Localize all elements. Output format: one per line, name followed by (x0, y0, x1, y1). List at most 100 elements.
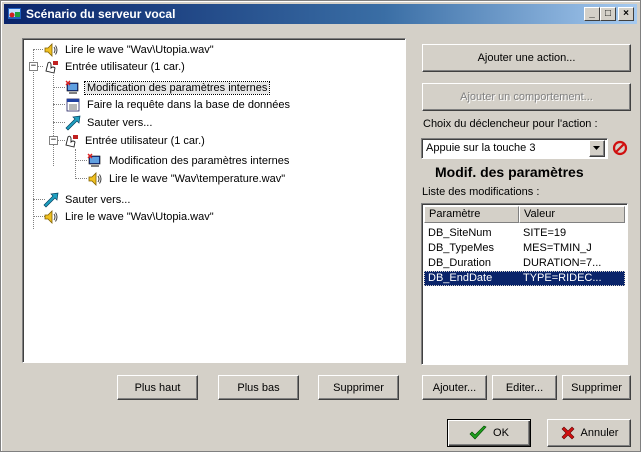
tree-line (53, 104, 65, 106)
tree-item[interactable]: Entrée utilisateur (1 car.) (63, 133, 207, 149)
tree-item[interactable]: Lire le wave "Wav\Utopia.wav" (43, 42, 216, 58)
ok-label: OK (493, 427, 509, 439)
cancel-x-icon (561, 426, 574, 440)
list-row[interactable]: DB_SiteNum SITE=19 (424, 226, 625, 241)
checkmark-icon (469, 425, 487, 440)
dialog-window: Scénario du serveur vocal _ □ × − − Lire… (0, 0, 641, 452)
tree-line (53, 122, 65, 124)
row-value: SITE=19 (523, 227, 567, 239)
column-header-label: Valeur (524, 208, 555, 220)
cancel-label: Annuler (580, 427, 619, 439)
minus-icon: − (50, 135, 57, 145)
close-icon: × (623, 8, 629, 19)
move-up-label: Plus haut (134, 381, 181, 394)
add-behavior-button[interactable]: Ajouter un comportement... (422, 83, 631, 111)
tree-item-label: Lire le wave "Wav\Utopia.wav" (65, 44, 214, 56)
tree-item[interactable]: Modification des paramètres internes (87, 153, 291, 169)
column-header-label: Paramètre (429, 208, 481, 220)
tree-item[interactable]: Entrée utilisateur (1 car.) (43, 59, 187, 75)
minimize-button[interactable]: _ (584, 7, 600, 21)
modifications-label: Liste des modifications : (422, 186, 540, 198)
modifications-list[interactable]: Paramètre Valeur DB_SiteNum SITE=19 DB_T… (421, 203, 628, 365)
title-bar[interactable]: Scénario du serveur vocal _ □ × (4, 4, 637, 24)
tree-item[interactable]: Lire le wave "Wav\Utopia.wav" (43, 209, 216, 225)
trigger-select-value: Appuie sur la touche 3 (426, 142, 536, 154)
row-value: DURATION=7... (523, 257, 602, 269)
tree-item-label: Lire le wave "Wav\temperature.wav" (109, 173, 286, 185)
row-value: MES=TMIN_J (523, 242, 592, 254)
delete-modification-button[interactable]: Supprimer (562, 375, 631, 400)
tree-item-label: Faire la requête dans la base de données (87, 99, 291, 111)
trigger-select[interactable]: Appuie sur la touche 3 (421, 138, 608, 159)
delete-node-button[interactable]: Supprimer (318, 375, 399, 400)
tree-item-label: Modification des paramètres internes (109, 155, 290, 167)
list-row-selected[interactable]: DB_EndDate TYPE=RIDEC... (424, 271, 625, 286)
section-title: Modif. des paramètres (435, 164, 584, 180)
minus-icon: − (30, 61, 37, 71)
collapse-toggle[interactable]: − (49, 136, 58, 145)
minimize-icon: _ (589, 8, 595, 19)
add-behavior-label: Ajouter un comportement... (460, 91, 593, 103)
chevron-down-icon (593, 146, 600, 150)
ok-button[interactable]: OK (447, 419, 531, 447)
close-button[interactable]: × (618, 7, 634, 21)
hand-phone-icon (65, 135, 78, 148)
tree-line (33, 49, 43, 51)
tree-line (75, 178, 87, 180)
hand-phone-icon (45, 61, 58, 74)
move-down-label: Plus bas (237, 381, 280, 394)
tree-line (75, 149, 77, 179)
add-action-label: Ajouter une action... (477, 52, 576, 64)
tree-item[interactable]: Modification des paramètres internes (65, 80, 271, 96)
tree-item[interactable]: Lire le wave "Wav\temperature.wav" (87, 171, 287, 187)
maximize-icon: □ (604, 8, 612, 19)
add-modification-button[interactable]: Ajouter... (422, 375, 487, 400)
tree-item-label: Entrée utilisateur (1 car.) (85, 135, 205, 147)
edit-modification-button[interactable]: Editer... (492, 375, 557, 400)
scenario-tree[interactable]: − − Lire le wave "Wav\Utopia.wav" Entrée… (22, 38, 406, 363)
list-row[interactable]: DB_Duration DURATION=7... (424, 256, 625, 271)
tree-item-label: Entrée utilisateur (1 car.) (65, 61, 185, 73)
add-modification-label: Ajouter... (432, 381, 477, 394)
row-parameter: DB_SiteNum (428, 227, 492, 239)
add-action-button[interactable]: Ajouter une action... (422, 44, 631, 72)
delete-node-label: Supprimer (333, 381, 384, 394)
row-parameter: DB_TypeMes (428, 242, 495, 254)
edit-modification-label: Editer... (505, 381, 544, 394)
tree-item[interactable]: Sauter vers... (43, 192, 132, 208)
tree-item-label: Lire le wave "Wav\Utopia.wav" (65, 211, 214, 223)
move-up-button[interactable]: Plus haut (117, 375, 198, 400)
delete-modification-label: Supprimer (571, 381, 622, 394)
computer-icon (87, 153, 101, 167)
database-icon (66, 98, 80, 112)
jump-arrow-icon (65, 115, 81, 131)
column-header-value[interactable]: Valeur (519, 206, 625, 223)
computer-icon (65, 80, 79, 94)
list-row[interactable]: DB_TypeMes MES=TMIN_J (424, 241, 625, 256)
speaker-icon (44, 43, 58, 57)
row-parameter: DB_Duration (428, 257, 491, 269)
jump-arrow-icon (43, 192, 59, 208)
tree-item[interactable]: Sauter vers... (65, 115, 154, 131)
tree-item[interactable]: Faire la requête dans la base de données (65, 97, 292, 113)
tree-line (33, 49, 35, 229)
move-down-button[interactable]: Plus bas (218, 375, 299, 400)
tree-item-label: Sauter vers... (87, 117, 153, 129)
trigger-dropdown-button[interactable] (589, 140, 605, 157)
collapse-toggle[interactable]: − (29, 62, 38, 71)
maximize-button[interactable]: □ (600, 7, 616, 21)
speaker-icon (44, 210, 58, 224)
window-title: Scénario du serveur vocal (26, 7, 176, 21)
no-trigger-icon[interactable] (612, 140, 628, 156)
speaker-icon (88, 172, 102, 186)
tree-item-label: Sauter vers... (65, 194, 131, 206)
app-icon (8, 8, 21, 19)
column-header-parameter[interactable]: Paramètre (424, 206, 519, 223)
cancel-button[interactable]: Annuler (547, 419, 631, 447)
trigger-label: Choix du déclencheur pour l'action : (423, 118, 598, 130)
row-value: TYPE=RIDEC... (523, 272, 602, 284)
tree-line (75, 160, 87, 162)
tree-item-label: Modification des paramètres internes (83, 81, 271, 95)
row-parameter: DB_EndDate (428, 272, 493, 284)
tree-line (53, 87, 65, 89)
